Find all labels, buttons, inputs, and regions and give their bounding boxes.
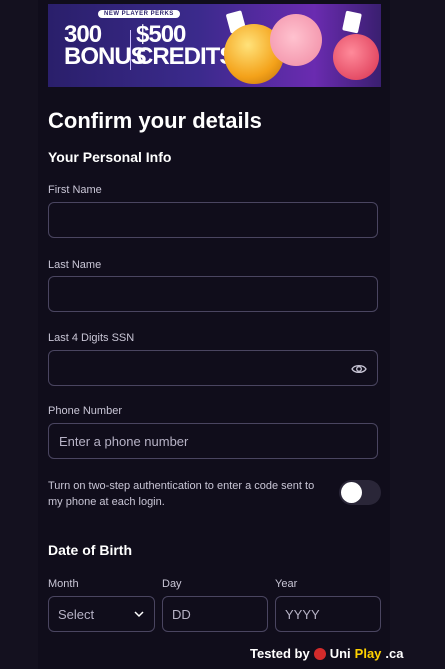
year-placeholder: YYYY [285, 607, 320, 622]
banner-offer-right: $500 CREDITS [136, 21, 235, 70]
last-name-label: Last Name [48, 259, 102, 271]
chevron-down-icon [134, 611, 144, 618]
day-field[interactable]: DD [162, 596, 268, 632]
ssn-field[interactable] [48, 350, 378, 386]
banner-ribbon: NEW PLAYER PERKS [98, 10, 180, 18]
year-field[interactable]: YYYY [275, 596, 381, 632]
first-name-field[interactable] [48, 202, 378, 238]
two-step-toggle[interactable] [339, 480, 381, 505]
phone-field[interactable]: Enter a phone number [48, 423, 378, 459]
day-placeholder: DD [172, 607, 191, 622]
month-select[interactable]: Select [48, 596, 155, 632]
toggle-knob [341, 482, 362, 503]
page-title: Confirm your details [48, 108, 262, 133]
eye-icon[interactable] [351, 361, 367, 377]
phone-placeholder: Enter a phone number [59, 434, 189, 449]
ssn-label: Last 4 Digits SSN [48, 332, 135, 344]
brand-play: Play [354, 646, 382, 661]
two-step-text: Turn on two-step authentication to enter… [48, 480, 315, 508]
first-name-label: First Name [48, 184, 102, 196]
maple-leaf-icon [313, 647, 326, 660]
tested-by-footer: Tested by Uni Play .ca [250, 646, 404, 661]
pig-mascot-image [270, 14, 322, 66]
section-personal-info: Your Personal Info [48, 149, 172, 165]
tested-by-label: Tested by [250, 646, 310, 661]
piggy-bank-image [333, 34, 379, 80]
day-label: Day [162, 578, 182, 590]
month-value: Select [58, 607, 95, 622]
playing-card-icon [342, 10, 362, 34]
brand-uni: Uni [329, 646, 351, 661]
brand-tld: .ca [385, 646, 404, 661]
banner-divider [130, 30, 131, 70]
year-label: Year [275, 578, 298, 590]
section-date-of-birth: Date of Birth [48, 542, 132, 558]
last-name-field[interactable] [48, 276, 378, 312]
promo-banner[interactable]: NEW PLAYER PERKS 300 BONUS $500 CREDITS [48, 4, 381, 87]
banner-offer-left: 300 BONUS [64, 21, 147, 70]
month-label: Month [48, 578, 79, 590]
phone-label: Phone Number [48, 405, 122, 417]
